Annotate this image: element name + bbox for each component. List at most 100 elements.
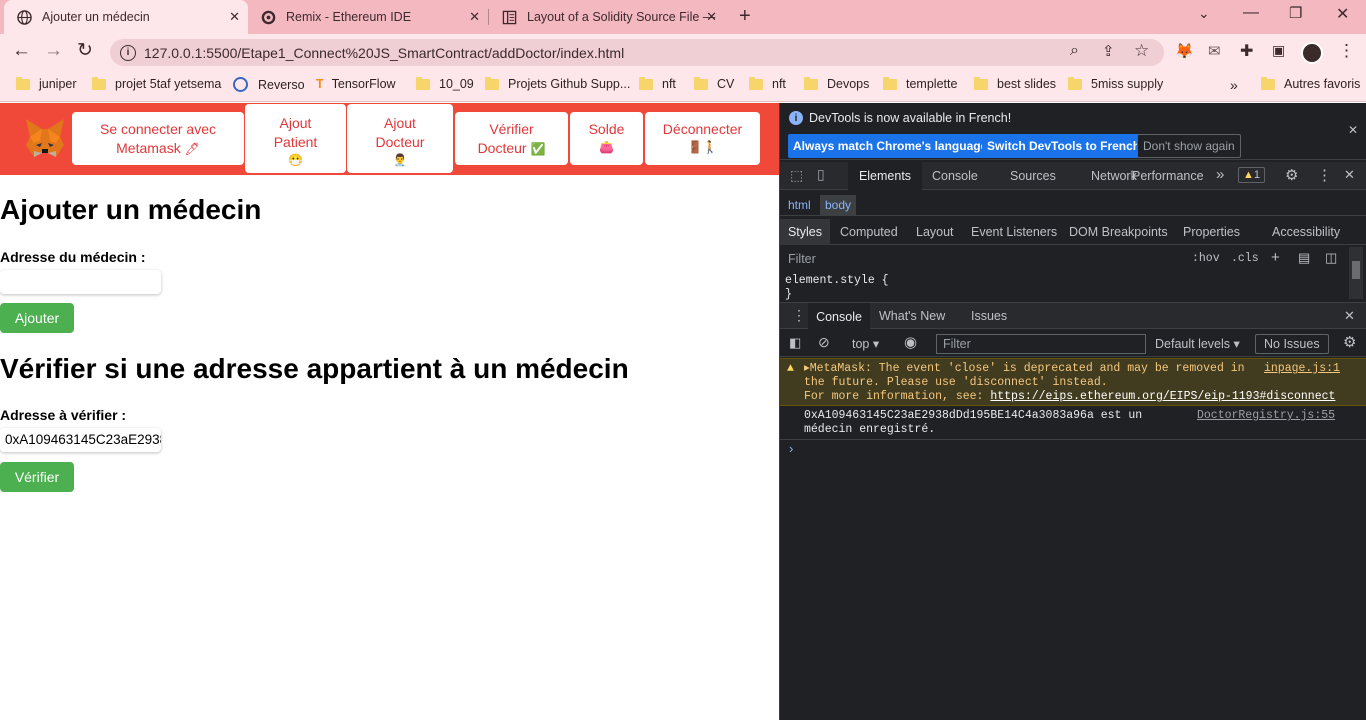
tab-solidity-layout[interactable]: Layout of a Solidity Source File — ✕ (489, 0, 725, 34)
switch-french-button[interactable]: Switch DevTools to French (982, 134, 1146, 158)
styles-filter-input[interactable]: Filter (788, 252, 816, 266)
warnings-badge[interactable]: ▲1 (1238, 167, 1266, 183)
tab-computed[interactable]: Computed (840, 225, 898, 239)
tab-elements[interactable]: Elements (848, 162, 922, 190)
eye-icon[interactable]: ◉ (904, 333, 917, 351)
tab-performance[interactable]: Performance (1132, 169, 1204, 183)
bookmark-projet-5taf[interactable]: projet 5taf yetsema (92, 76, 221, 91)
bookmark-10-09[interactable]: 10_09 (416, 76, 474, 91)
bookmark-projets-github[interactable]: Projets Github Supp... (485, 76, 630, 91)
zoom-icon[interactable]: ⌕ (1070, 42, 1079, 60)
scrollbar-thumb[interactable] (1352, 261, 1360, 279)
add-patient-button[interactable]: Ajout Patient 😷 (245, 104, 346, 173)
warning-line-1[interactable]: ▸MetaMask: The event 'close' is deprecat… (804, 362, 1294, 377)
tab-accessibility[interactable]: Accessibility (1272, 225, 1340, 239)
bookmark-templette[interactable]: templette (883, 76, 957, 91)
tab-layout[interactable]: Layout (916, 225, 954, 239)
drawer-menu-icon[interactable]: ⋮ (792, 307, 806, 324)
tab-sources[interactable]: Sources (1010, 169, 1056, 183)
context-selector[interactable]: top ▾ (852, 336, 879, 351)
log-source-link[interactable]: DoctorRegistry.js:55 (1197, 409, 1335, 424)
new-rule-icon[interactable]: + (1271, 249, 1280, 266)
log-levels-dropdown[interactable]: Default levels ▾ (1155, 336, 1240, 351)
warning-source-link[interactable]: inpage.js:1 (1260, 362, 1340, 377)
no-issues-badge[interactable]: No Issues (1255, 334, 1329, 354)
dont-show-again-button[interactable]: Don't show again (1137, 134, 1241, 158)
paint-icon[interactable]: ▤ (1298, 250, 1310, 266)
metamask-extension-icon[interactable]: 🦊 (1175, 42, 1194, 60)
bookmark-cv[interactable]: CV (694, 76, 734, 91)
cls-toggle[interactable]: .cls (1231, 252, 1259, 265)
info-icon[interactable]: i (120, 44, 136, 61)
connect-metamask-button[interactable]: Se connecter avec Metamask 🖊 (72, 112, 244, 165)
drawer-tab-whats-new[interactable]: What's New (879, 309, 945, 323)
bookmark-reverso[interactable]: Reverso (233, 77, 305, 92)
hov-toggle[interactable]: :hov (1192, 252, 1220, 265)
address-bar[interactable]: i 127.0.0.1:5500/Etape1_Connect%20JS_Sma… (110, 39, 1164, 66)
bookmark-best-slides[interactable]: best slides (974, 76, 1056, 91)
inspect-element-icon[interactable]: ⬚ (790, 167, 803, 184)
chevron-down-icon[interactable]: ⌄ (1198, 5, 1210, 22)
eip-1193-link[interactable]: https://eips.ethereum.org/EIPS/eip-1193#… (990, 390, 1335, 403)
tab-ajouter-medecin[interactable]: Ajouter un médecin ✕ (4, 0, 248, 34)
drawer-tab-issues[interactable]: Issues (971, 309, 1007, 323)
bookmark-star-icon[interactable]: ☆ (1134, 41, 1149, 61)
new-tab-icon[interactable]: + (739, 5, 751, 28)
bookmark-autres-favoris[interactable]: Autres favoris (1261, 76, 1360, 91)
disconnect-button[interactable]: Déconnecter 🚪🚶 (645, 112, 760, 165)
console-prompt-icon[interactable]: › (789, 441, 793, 456)
bookmark-nft-2[interactable]: nft (749, 76, 786, 91)
close-drawer-icon[interactable]: ✕ (1344, 308, 1355, 324)
bookmark-juniper[interactable]: juniper (16, 76, 77, 91)
devtools-menu-icon[interactable]: ⋮ (1317, 166, 1332, 184)
tab-network[interactable]: Network (1091, 169, 1137, 183)
tab-styles[interactable]: Styles (780, 219, 830, 245)
styles-scrollbar[interactable] (1349, 247, 1363, 299)
breadcrumb-html[interactable]: html (788, 198, 811, 212)
verify-button[interactable]: Vérifier (0, 462, 74, 492)
console-settings-icon[interactable]: ⚙ (1343, 333, 1356, 351)
settings-gear-icon[interactable]: ⚙ (1285, 166, 1298, 184)
avatar[interactable] (1301, 42, 1323, 64)
add-doctor-button[interactable]: Ajout Docteur 👨‍⚕️ (347, 104, 453, 173)
console-sidebar-icon[interactable]: ◧ (789, 335, 801, 351)
close-window-icon[interactable]: ✕ (1336, 4, 1349, 24)
menu-dots-icon[interactable]: ⋮ (1338, 41, 1355, 61)
mail-extension-icon[interactable]: ✉ (1208, 42, 1221, 60)
reload-icon[interactable]: ↻ (77, 39, 93, 62)
minimize-icon[interactable]: — (1243, 4, 1259, 22)
add-button[interactable]: Ajouter (0, 303, 74, 333)
breadcrumb-body[interactable]: body (820, 195, 857, 215)
forward-arrow-icon[interactable]: → (44, 40, 63, 62)
clear-console-icon[interactable]: ⊘ (818, 334, 830, 351)
bookmark-nft[interactable]: nft (639, 76, 676, 91)
bookmark-tensorflow[interactable]: T TensorFlow (316, 77, 396, 91)
bookmarks-overflow[interactable]: » (1230, 77, 1238, 93)
verify-address-input[interactable]: 0xA109463145C23aE2938dDd195BE14C4a3083a9… (0, 428, 161, 452)
verify-doctor-button[interactable]: Vérifier Docteur ✅ (455, 112, 568, 165)
bookmark-5miss-supply[interactable]: 5miss supply (1068, 76, 1163, 91)
close-tab-icon[interactable]: ✕ (706, 9, 717, 25)
device-toolbar-icon[interactable]: ▯ (817, 166, 825, 183)
share-icon[interactable]: ⇪ (1102, 42, 1115, 60)
side-panel-icon[interactable]: ▣ (1272, 42, 1285, 59)
close-tab-icon[interactable]: ✕ (469, 9, 480, 25)
sidebar-toggle-icon[interactable]: ◫ (1325, 250, 1337, 266)
drawer-tab-console[interactable]: Console (808, 303, 870, 330)
doctor-address-input[interactable] (0, 270, 161, 294)
bookmark-devops[interactable]: Devops (804, 76, 869, 91)
more-tabs-icon[interactable]: » (1216, 166, 1224, 183)
balance-button[interactable]: Solde 👛 (570, 112, 643, 165)
tab-console[interactable]: Console (932, 169, 978, 183)
close-tab-icon[interactable]: ✕ (229, 9, 240, 25)
close-devtools-icon[interactable]: ✕ (1344, 167, 1355, 183)
console-filter-input[interactable]: Filter (936, 334, 1146, 354)
back-arrow-icon[interactable]: ← (12, 40, 31, 62)
tab-dom-breakpoints[interactable]: DOM Breakpoints (1069, 225, 1168, 239)
tab-properties[interactable]: Properties (1183, 225, 1240, 239)
tab-event-listeners[interactable]: Event Listeners (971, 225, 1057, 239)
extensions-icon[interactable]: ✚ (1240, 41, 1253, 61)
tab-remix[interactable]: Remix - Ethereum IDE ✕ (248, 0, 488, 34)
close-banner-icon[interactable]: ✕ (1348, 123, 1358, 137)
match-language-button[interactable]: Always match Chrome's language (788, 134, 993, 158)
